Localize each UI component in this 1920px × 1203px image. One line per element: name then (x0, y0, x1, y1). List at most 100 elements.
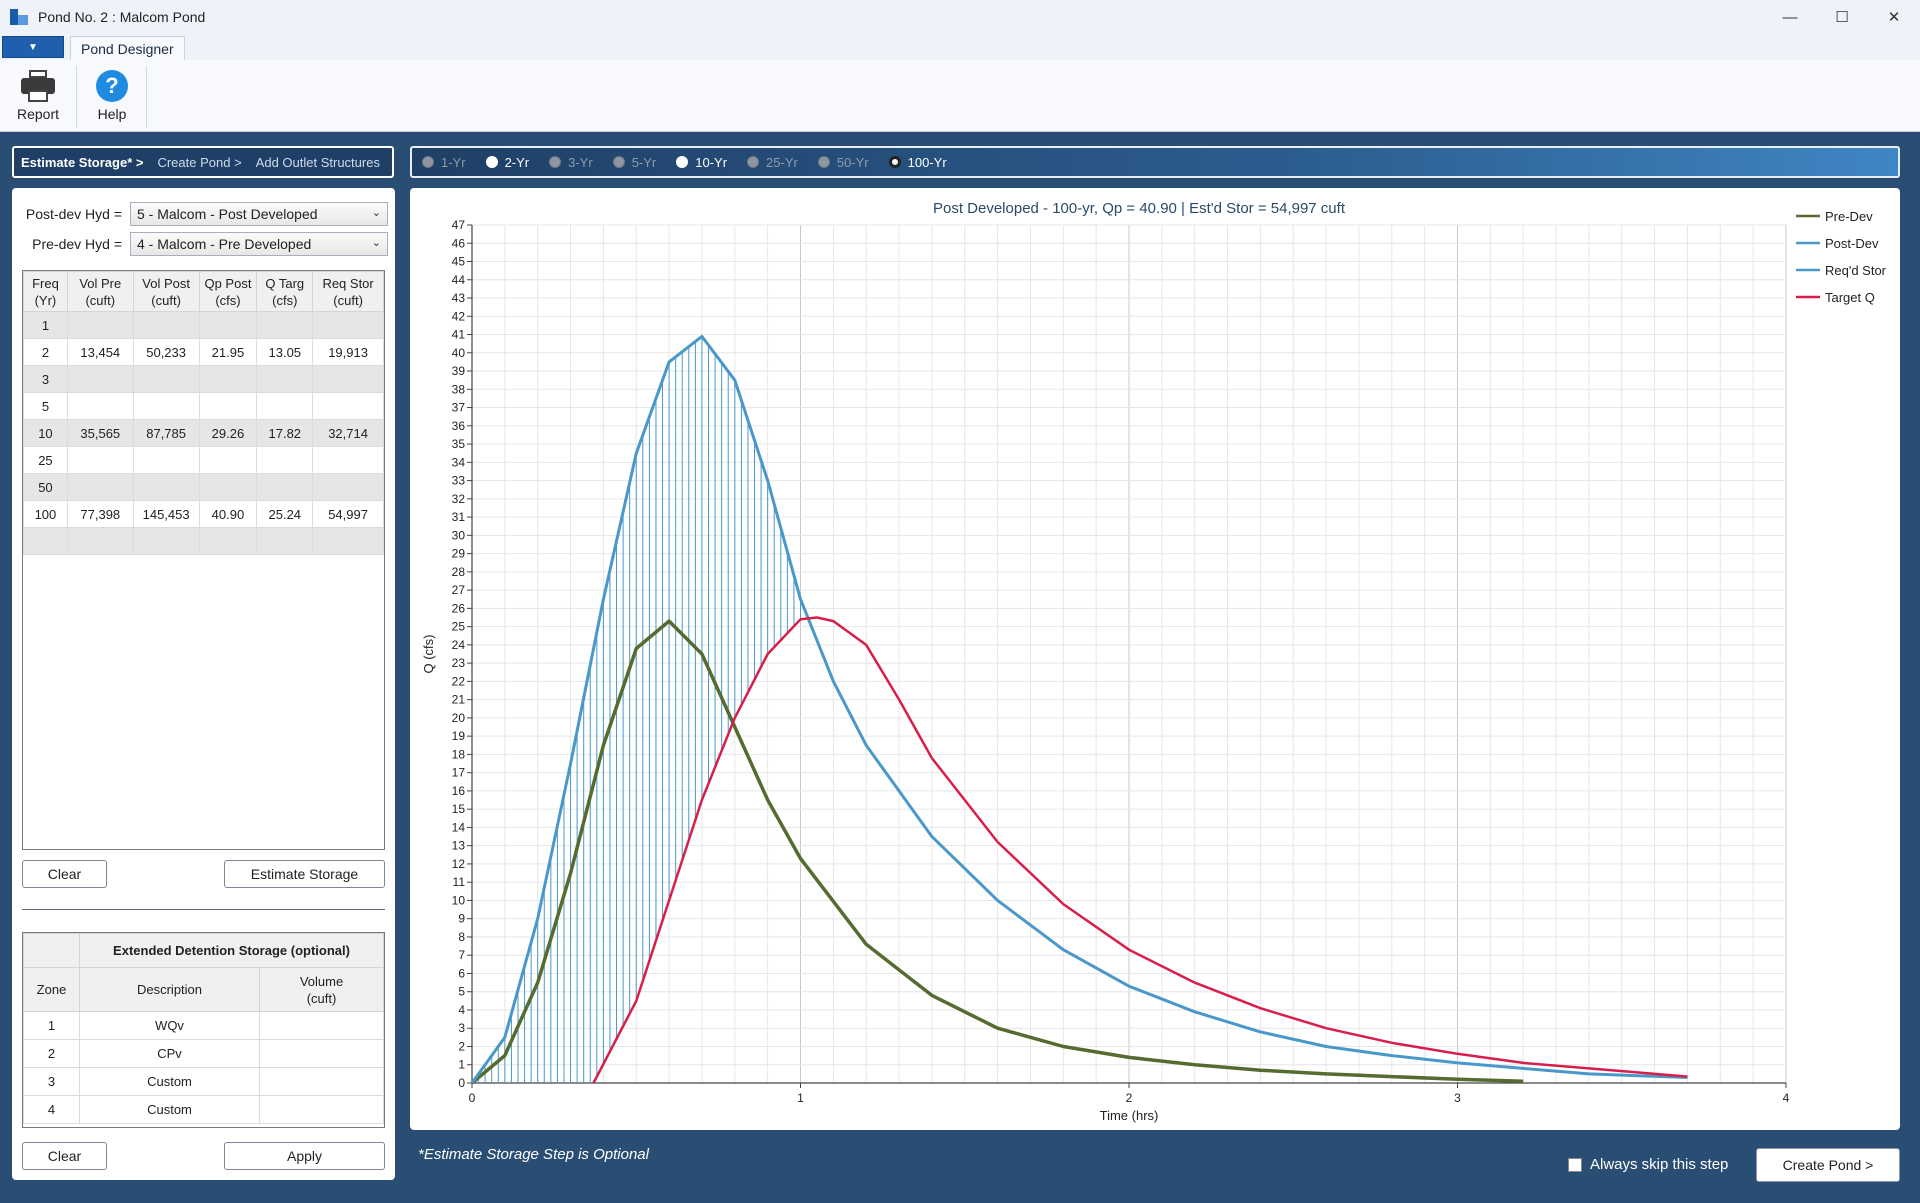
create-pond-button[interactable]: Create Pond > (1756, 1148, 1900, 1182)
table-cell[interactable] (132, 446, 200, 474)
column-header[interactable]: Vol Post (cuft) (132, 271, 200, 312)
table-cell[interactable] (132, 311, 200, 339)
table-cell[interactable] (198, 365, 258, 393)
radio-10-yr[interactable]: 10-Yr (676, 155, 727, 170)
table-row[interactable]: 1 (23, 311, 384, 339)
table-cell[interactable]: 35,565 (66, 419, 134, 447)
table-cell[interactable]: 17.82 (256, 419, 314, 447)
table-cell[interactable] (312, 473, 384, 501)
table-cell[interactable] (198, 392, 258, 420)
table-cell[interactable] (312, 527, 384, 555)
table-cell[interactable] (66, 392, 134, 420)
table-cell[interactable]: 40.90 (198, 500, 258, 528)
ed-table-row[interactable]: 3 Custom (23, 1067, 384, 1096)
radio-3-yr[interactable]: 3-Yr (549, 155, 593, 170)
column-header[interactable]: Q Targ (cfs) (256, 271, 314, 312)
radio-100-yr[interactable]: 100-Yr (888, 155, 947, 170)
table-row[interactable]: 100 77,398 145,453 40.90 25.24 54,997 (23, 500, 384, 528)
tab-pond-designer[interactable]: Pond Designer (70, 36, 185, 60)
step-add-outlet-structures[interactable]: Add Outlet Structures (256, 155, 380, 170)
table-cell[interactable] (256, 527, 314, 555)
radio-1-yr[interactable]: 1-Yr (422, 155, 466, 170)
step-estimate-storage[interactable]: Estimate Storage* > (21, 155, 143, 170)
post-dev-hyd-select[interactable]: 5 - Malcom - Post Developed ⌄ (130, 202, 388, 226)
table-cell[interactable] (198, 473, 258, 501)
ed-table-row[interactable]: 2 CPv (23, 1039, 384, 1068)
ed-table-cell[interactable] (259, 1067, 384, 1096)
table-cell[interactable]: 145,453 (132, 500, 200, 528)
table-cell[interactable] (256, 473, 314, 501)
ed-table-cell[interactable]: WQv (79, 1011, 260, 1040)
radio-2-yr[interactable]: 2-Yr (485, 155, 529, 170)
table-cell[interactable] (132, 392, 200, 420)
maximize-button[interactable]: ☐ (1816, 0, 1868, 34)
radio-5-yr[interactable]: 5-Yr (612, 155, 656, 170)
table-row[interactable]: 25 (23, 446, 384, 474)
table-cell[interactable]: 25 (23, 446, 68, 474)
table-cell[interactable] (66, 473, 134, 501)
table-cell[interactable] (256, 311, 314, 339)
column-header[interactable]: Req Stor (cuft) (312, 271, 384, 312)
table-cell[interactable]: 50 (23, 473, 68, 501)
table-cell[interactable] (256, 446, 314, 474)
table-cell[interactable] (198, 446, 258, 474)
help-button[interactable]: ? Help (76, 66, 148, 128)
table-cell[interactable]: 100 (23, 500, 68, 528)
table-cell[interactable]: 21.95 (198, 338, 258, 366)
ed-table-cell[interactable] (259, 1095, 384, 1124)
table-row[interactable]: 50 (23, 473, 384, 501)
table-cell[interactable] (312, 446, 384, 474)
table-cell[interactable]: 77,398 (66, 500, 134, 528)
column-header[interactable]: Freq (Yr) (23, 271, 68, 312)
table-cell[interactable] (198, 311, 258, 339)
ed-table-cell[interactable]: 1 (23, 1011, 80, 1040)
pre-dev-hyd-select[interactable]: 4 - Malcom - Pre Developed ⌄ (130, 232, 388, 256)
table-cell[interactable]: 13,454 (66, 338, 134, 366)
table-cell[interactable] (23, 527, 68, 555)
step-create-pond[interactable]: Create Pond > (157, 155, 241, 170)
table-cell[interactable] (312, 365, 384, 393)
table-row[interactable]: 10 35,565 87,785 29.26 17.82 32,714 (23, 419, 384, 447)
table-cell[interactable] (66, 311, 134, 339)
ed-table-cell[interactable]: Custom (79, 1067, 260, 1096)
table-row[interactable]: 3 (23, 365, 384, 393)
table-row[interactable] (23, 527, 384, 555)
ed-table-cell[interactable]: CPv (79, 1039, 260, 1068)
table-row[interactable]: 5 (23, 392, 384, 420)
column-header[interactable]: Vol Pre (cuft) (66, 271, 134, 312)
ed-table-row[interactable]: 1 WQv (23, 1011, 384, 1040)
table-cell[interactable] (66, 527, 134, 555)
report-button[interactable]: Report (2, 66, 74, 128)
table-cell[interactable]: 25.24 (256, 500, 314, 528)
table-cell[interactable]: 3 (23, 365, 68, 393)
table-cell[interactable] (132, 365, 200, 393)
radio-25-yr[interactable]: 25-Yr (747, 155, 798, 170)
ed-table-cell[interactable]: 2 (23, 1039, 80, 1068)
table-cell[interactable]: 87,785 (132, 419, 200, 447)
table-cell[interactable] (66, 446, 134, 474)
table-cell[interactable]: 5 (23, 392, 68, 420)
minimize-button[interactable]: — (1764, 0, 1816, 34)
file-menu-button[interactable]: ▼ (2, 36, 64, 58)
table-cell[interactable]: 54,997 (312, 500, 384, 528)
table-cell[interactable]: 32,714 (312, 419, 384, 447)
table-cell[interactable]: 19,913 (312, 338, 384, 366)
table-cell[interactable]: 2 (23, 338, 68, 366)
ed-table-cell[interactable]: 4 (23, 1095, 80, 1124)
close-button[interactable]: ✕ (1868, 0, 1920, 34)
table-cell[interactable]: 50,233 (132, 338, 200, 366)
always-skip-checkbox[interactable]: Always skip this step (1568, 1156, 1728, 1173)
ed-table-cell[interactable] (259, 1011, 384, 1040)
table-cell[interactable] (256, 392, 314, 420)
estimate-storage-button[interactable]: Estimate Storage (224, 860, 385, 888)
table-cell[interactable]: 13.05 (256, 338, 314, 366)
table-cell[interactable] (132, 527, 200, 555)
ed-table-cell[interactable]: Custom (79, 1095, 260, 1124)
table-cell[interactable] (256, 365, 314, 393)
table-cell[interactable] (312, 311, 384, 339)
radio-50-yr[interactable]: 50-Yr (817, 155, 869, 170)
table-cell[interactable] (198, 527, 258, 555)
ed-table-cell[interactable]: 3 (23, 1067, 80, 1096)
clear-button[interactable]: Clear (22, 860, 107, 888)
table-cell[interactable] (132, 473, 200, 501)
